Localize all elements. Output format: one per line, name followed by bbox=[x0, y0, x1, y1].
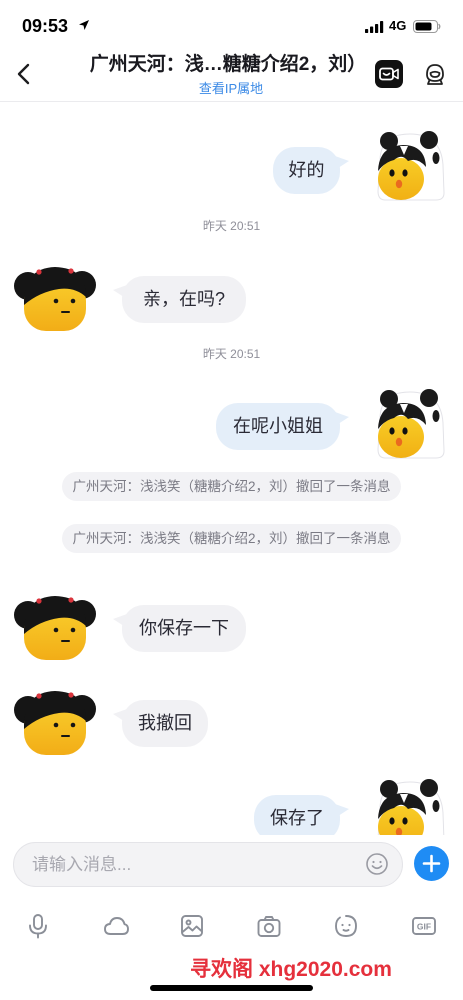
message-timestamp: 昨天 20:51 bbox=[202, 219, 261, 233]
message-bubble-received[interactable]: 亲，在吗? bbox=[113, 276, 246, 323]
photo-button[interactable] bbox=[178, 912, 206, 940]
message-bubble-received[interactable]: 你保存一下 bbox=[113, 605, 246, 652]
profile-button[interactable] bbox=[422, 61, 448, 87]
watermark-text: 寻欢阁 xhg2020.com bbox=[190, 958, 392, 981]
message-text: 好的 bbox=[288, 160, 325, 180]
voice-message-button[interactable] bbox=[24, 912, 52, 940]
message-text: 在呢小姐姐 bbox=[233, 416, 323, 436]
more-actions-button[interactable] bbox=[414, 846, 449, 881]
message-timestamp: 昨天 20:51 bbox=[202, 347, 261, 361]
home-indicator bbox=[150, 985, 313, 991]
message-input[interactable] bbox=[14, 843, 354, 886]
camera-icon bbox=[257, 916, 281, 937]
cloud-button[interactable] bbox=[102, 912, 130, 940]
ghost-face-icon bbox=[335, 915, 357, 937]
message-text: 我撤回 bbox=[138, 713, 192, 733]
recall-notice: 广州天河：浅浅笑（糖糖介绍2，刘）撤回了一条消息 bbox=[62, 524, 401, 553]
image-icon bbox=[181, 915, 203, 937]
emoji-button[interactable] bbox=[365, 852, 389, 876]
camera-button[interactable] bbox=[255, 912, 283, 940]
gif-icon: GIF bbox=[412, 917, 436, 935]
message-input-box[interactable] bbox=[13, 842, 403, 887]
cellular-signal-icon bbox=[365, 21, 384, 33]
message-bubble-received[interactable]: 我撤回 bbox=[113, 700, 208, 747]
pigtail-girl-avatar[interactable] bbox=[13, 594, 97, 660]
sticker-button[interactable] bbox=[332, 912, 360, 940]
header-divider bbox=[0, 101, 463, 102]
smiley-icon bbox=[366, 853, 388, 875]
message-text: 你保存一下 bbox=[139, 618, 229, 638]
plus-icon bbox=[422, 854, 441, 873]
gif-button[interactable]: GIF bbox=[410, 912, 438, 940]
video-call-button[interactable] bbox=[375, 60, 403, 88]
message-text: 亲，在吗? bbox=[142, 289, 225, 309]
network-type: 4G bbox=[389, 18, 407, 33]
microphone-icon bbox=[29, 914, 47, 939]
chevron-left-icon bbox=[14, 62, 34, 86]
message-bubble-sent[interactable]: 在呢小姐姐 bbox=[216, 403, 349, 450]
back-button[interactable] bbox=[10, 60, 38, 88]
video-call-icon bbox=[375, 60, 403, 88]
pigtail-girl-avatar[interactable] bbox=[13, 689, 97, 755]
cloud-icon bbox=[104, 917, 129, 935]
chat-title: 广州天河：浅…糖糖介绍2，刘） bbox=[89, 54, 367, 75]
status-time: 09:53 bbox=[22, 16, 69, 36]
message-text: 保存了 bbox=[270, 808, 324, 828]
pigtail-girl-avatar[interactable] bbox=[13, 265, 97, 331]
battery-icon bbox=[413, 20, 441, 33]
view-ip-location-link[interactable]: 查看IP属地 bbox=[76, 80, 386, 97]
panda-chick-avatar[interactable] bbox=[373, 389, 445, 459]
recall-notice: 广州天河：浅浅笑（糖糖介绍2，刘）撤回了一条消息 bbox=[62, 472, 401, 501]
panda-chick-avatar[interactable] bbox=[373, 131, 445, 201]
message-bubble-sent[interactable]: 好的 bbox=[273, 147, 349, 194]
astronaut-icon bbox=[426, 64, 444, 85]
location-arrow-icon bbox=[78, 19, 90, 31]
gif-label: GIF bbox=[417, 921, 431, 931]
